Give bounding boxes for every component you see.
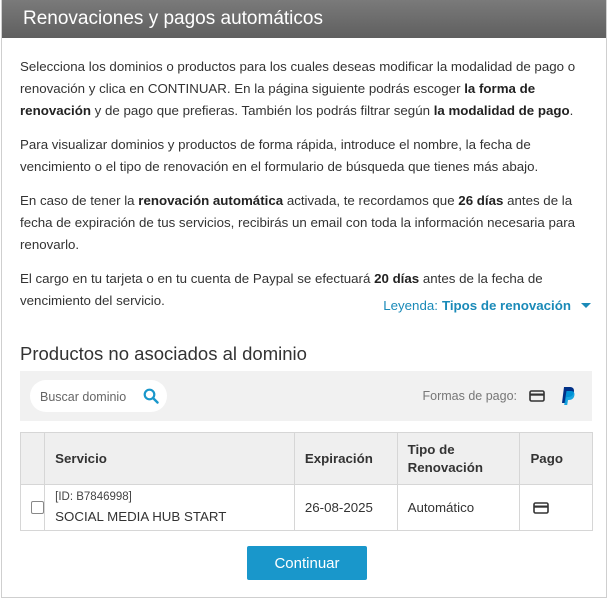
column-header-expiracion: Expiración: [293, 432, 398, 485]
table-row: [ID: B7846998] SOCIAL MEDIA HUB START 26…: [19, 484, 593, 531]
header-check-cell: [19, 432, 46, 485]
page-title: Renovaciones y pagos automáticos: [23, 8, 323, 29]
credit-card-icon[interactable]: [529, 388, 545, 404]
legend-label: Leyenda:: [383, 298, 438, 313]
intro-paragraph-3: En caso de tener la renovación automátic…: [20, 190, 595, 256]
intro-text: Selecciona los dominios o productos para…: [20, 56, 595, 324]
search-input[interactable]: [38, 380, 142, 414]
caret-down-icon: [581, 303, 591, 308]
column-header-servicio: Servicio: [44, 432, 295, 485]
continue-button[interactable]: Continuar: [247, 546, 367, 580]
panel-header: Renovaciones y pagos automáticos: [2, 0, 606, 38]
legend-link[interactable]: Tipos de renovación: [442, 298, 571, 313]
intro-text-fragment: y de pago que prefieras. También los pod…: [90, 103, 434, 118]
filter-bar: Formas de pago:: [20, 371, 592, 421]
column-header-tipo: Tipo de Renovación: [396, 432, 521, 485]
paypal-icon[interactable]: [560, 386, 576, 406]
intro-bold-payment-mode: la modalidad de pago: [433, 103, 570, 118]
intro-text-fragment: El cargo en tu tarjeta o en tu cuenta de…: [20, 271, 375, 286]
search-icon[interactable]: [143, 388, 159, 404]
row-checkbox[interactable]: [31, 501, 44, 514]
renewals-panel: Renovaciones y pagos automáticos Selecci…: [1, 0, 607, 598]
payment-cell: [519, 484, 593, 531]
intro-text-fragment: En caso de tener la: [20, 193, 139, 208]
expiration-cell: 26-08-2025: [293, 484, 398, 531]
intro-bold-days: 26 días: [458, 193, 504, 208]
intro-text-fragment: .: [569, 103, 574, 118]
credit-card-icon: [533, 501, 550, 514]
intro-bold-days: 20 días: [374, 271, 420, 286]
renewal-type-cell: Automático: [396, 484, 521, 531]
table-header-row: Servicio Expiración Tipo de Renovación P…: [19, 432, 593, 485]
section-title: Productos no asociados al dominio: [20, 343, 307, 364]
service-name: SOCIAL MEDIA HUB START: [55, 508, 227, 524]
search-box: [30, 380, 167, 414]
service-cell: [ID: B7846998] SOCIAL MEDIA HUB START: [44, 484, 295, 531]
payment-methods-label: Formas de pago:: [422, 389, 518, 403]
intro-paragraph-1: Selecciona los dominios o productos para…: [20, 56, 595, 122]
intro-text-fragment: activada, te recordamos que: [283, 193, 459, 208]
services-table: Servicio Expiración Tipo de Renovación P…: [19, 432, 593, 531]
intro-paragraph-2: Para visualizar dominios y productos de …: [20, 137, 539, 174]
service-id: [ID: B7846998]: [55, 490, 132, 503]
row-check-cell: [19, 484, 46, 531]
column-header-pago: Pago: [519, 432, 593, 485]
legend-toggle[interactable]: Leyenda: Tipos de renovación: [383, 298, 591, 313]
intro-bold-auto-renewal: renovación automática: [138, 193, 284, 208]
